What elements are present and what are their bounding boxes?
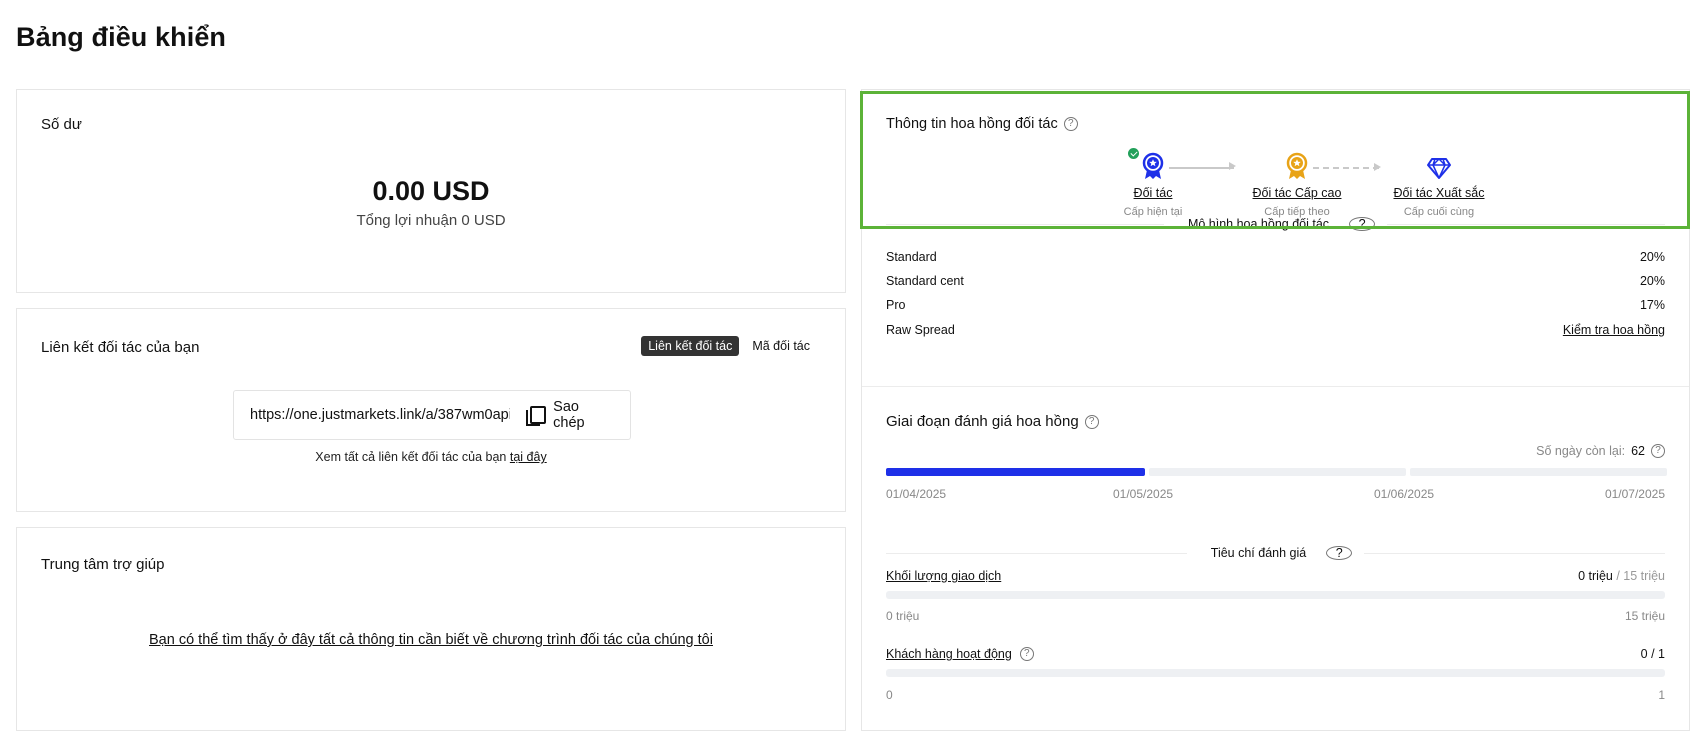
active-clients-link[interactable]: Khách hàng hoạt động	[886, 647, 1012, 661]
timeline-date: 01/05/2025	[1113, 487, 1174, 501]
evaluation-title: Giai đoạn đánh giá hoa hồng	[886, 413, 1079, 430]
days-left-value: 62	[1631, 444, 1645, 458]
question-icon[interactable]: ?	[1651, 444, 1665, 458]
timeline-segment	[1410, 468, 1667, 476]
commission-info-header: Thông tin hoa hồng đối tác ?	[886, 116, 1078, 132]
model-name: Standard	[886, 250, 937, 264]
balance-title: Số dư	[41, 116, 82, 133]
question-icon[interactable]: ?	[1019, 647, 1034, 661]
tier-excellent-partner: Đối tác Xuất sắc Cấp cuối cùng	[1384, 148, 1494, 218]
criteria-title: Tiêu chí đánh giá	[1210, 546, 1307, 560]
metric-trading-volume: Khối lượng giao dịch 0 triệu / 15 triệu	[886, 569, 1665, 583]
metric-target: / 15 triệu	[1616, 569, 1665, 583]
tier-name[interactable]: Đối tác Xuất sắc	[1384, 186, 1494, 200]
days-left-label: Số ngày còn lại:	[1536, 444, 1626, 458]
metric-min: 0 triệu	[886, 609, 920, 623]
help-center-title: Trung tâm trợ giúp	[41, 556, 165, 573]
partner-links-card: Liên kết đối tác của bạn Liên kết đối tá…	[16, 308, 846, 512]
days-left: Số ngày còn lại: 62 ?	[1536, 444, 1665, 458]
model-value: 20%	[1639, 250, 1665, 264]
tab-partner-link[interactable]: Liên kết đối tác	[641, 336, 740, 356]
check-icon	[1128, 148, 1139, 159]
tier-partner: Đối tác Cấp hiện tại	[1098, 148, 1208, 218]
criteria-divider: Tiêu chí đánh giá?	[886, 545, 1665, 561]
metric-max: 1	[1658, 688, 1665, 702]
metric-max: 15 triệu	[1624, 609, 1665, 623]
section-divider	[862, 386, 1689, 387]
question-icon[interactable]: ?	[1063, 117, 1078, 131]
tier-arrow-dashed	[1313, 163, 1381, 171]
balance-card: Số dư 0.00 USD Tổng lợi nhuận 0 USD	[16, 89, 846, 293]
model-row: Pro 17%	[886, 298, 1665, 312]
total-profit: Tổng lợi nhuận 0 USD	[356, 212, 506, 229]
help-center-link[interactable]: Bạn có thể tìm thấy ở đây tất cả thông t…	[149, 632, 713, 648]
commission-info-title: Thông tin hoa hồng đối tác	[886, 116, 1058, 132]
question-icon[interactable]: ?	[1326, 546, 1353, 560]
model-name: Pro	[886, 298, 906, 312]
commission-model-title: Mô hình hoa hồng đối tác	[1187, 217, 1330, 231]
model-row: Standard cent 20%	[886, 274, 1665, 288]
copy-button[interactable]: Sao chép	[524, 399, 614, 431]
partner-links-title: Liên kết đối tác của bạn	[41, 339, 200, 356]
metric-min: 0	[886, 688, 893, 702]
all-links-note-text: Xem tất cả liên kết đối tác của bạn	[315, 450, 510, 464]
metric-scale: 0 triệu 15 triệu	[886, 609, 1665, 623]
metric-scale: 0 1	[886, 688, 1665, 702]
link-type-toggle: Liên kết đối tác Mã đối tác	[641, 336, 817, 356]
check-commission-link[interactable]: Kiểm tra hoa hồng	[1563, 323, 1665, 337]
partner-link-box: https://one.justmarkets.link/a/387wm0api…	[233, 390, 631, 440]
commission-model-divider: Mô hình hoa hồng đối tác?	[886, 216, 1665, 232]
active-clients-bar	[886, 669, 1665, 677]
copy-icon	[524, 405, 547, 426]
all-links-link[interactable]: tại đây	[510, 450, 547, 464]
timeline-segment	[886, 468, 1145, 476]
balance-amount: 0.00 USD	[372, 176, 490, 206]
page-title: Bảng điều khiển	[16, 22, 227, 52]
all-links-note: Xem tất cả liên kết đối tác của bạn tại …	[17, 450, 845, 464]
question-icon[interactable]: ?	[1084, 414, 1099, 429]
commission-panel: Thông tin hoa hồng đối tác ? Đối tác Cấp…	[861, 89, 1690, 731]
model-name: Standard cent	[886, 274, 964, 288]
model-value: 17%	[1639, 298, 1665, 312]
tab-partner-code[interactable]: Mã đối tác	[745, 336, 817, 356]
trading-volume-link[interactable]: Khối lượng giao dịch	[886, 569, 1001, 583]
timeline-date: 01/07/2025	[1604, 487, 1665, 501]
question-icon[interactable]: ?	[1349, 217, 1376, 231]
ribbon-medal-icon	[1142, 152, 1164, 179]
trading-volume-bar	[886, 591, 1665, 599]
tier-name[interactable]: Đối tác	[1098, 186, 1208, 200]
diamond-icon	[1427, 158, 1451, 179]
model-value: 20%	[1639, 274, 1665, 288]
tier-name[interactable]: Đối tác Cấp cao	[1242, 186, 1352, 200]
evaluation-timeline	[886, 468, 1667, 476]
ribbon-medal-icon	[1286, 152, 1308, 179]
timeline-segment	[1149, 468, 1406, 476]
tier-senior-partner: Đối tác Cấp cao Cấp tiếp theo	[1242, 148, 1352, 218]
timeline-date: 01/06/2025	[1374, 487, 1435, 501]
tier-arrow	[1169, 162, 1236, 170]
metric-current: 0 / 1	[1640, 647, 1665, 661]
timeline-fill	[886, 468, 1145, 476]
model-name: Raw Spread	[886, 323, 955, 337]
partner-link-url[interactable]: https://one.justmarkets.link/a/387wm0api…	[250, 407, 510, 423]
metric-active-clients: Khách hàng hoạt động ? 0 / 1	[886, 647, 1665, 661]
model-row: Raw Spread Kiểm tra hoa hồng	[886, 323, 1665, 337]
copy-label: Sao chép	[553, 399, 585, 431]
timeline-date: 01/04/2025	[886, 487, 947, 501]
model-row: Standard 20%	[886, 250, 1665, 264]
metric-current: 0 triệu	[1578, 569, 1613, 583]
evaluation-header: Giai đoạn đánh giá hoa hồng ?	[886, 413, 1099, 430]
help-center-card: Trung tâm trợ giúp Bạn có thể tìm thấy ở…	[16, 527, 846, 731]
